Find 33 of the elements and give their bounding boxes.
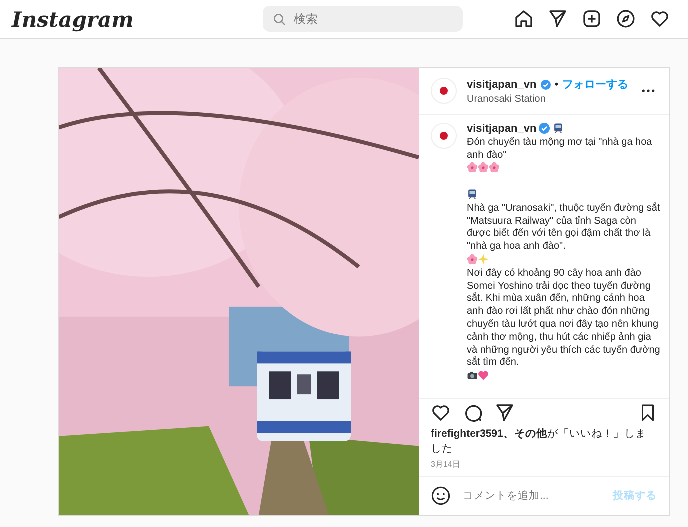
- sparkle-icon: [478, 254, 489, 265]
- train-icon: [553, 123, 564, 134]
- account-avatar[interactable]: [431, 78, 457, 104]
- camera-icon: [467, 370, 478, 382]
- post-date: 3月14日: [431, 459, 462, 470]
- train-icon: [467, 188, 478, 200]
- paper-plane-icon[interactable]: [548, 9, 568, 29]
- comment-icon[interactable]: [463, 403, 483, 423]
- compass-icon[interactable]: [616, 9, 636, 29]
- location-link[interactable]: Uranosaki Station: [467, 94, 632, 105]
- account-avatar[interactable]: [431, 123, 457, 149]
- caption-text: Nhà ga "Uranosaki", thuộc tuyến đường sắt "Matsuura Railway" của tỉnh Saga còn được biết đến với tên gọi đậm chất thơ là "nhà ga hoa anh đào".: [467, 202, 661, 254]
- share-icon[interactable]: [495, 403, 515, 423]
- likes-text: firefighter3591、その他が「いいね！」しました: [431, 427, 648, 457]
- search-field[interactable]: 検索: [263, 6, 463, 32]
- heart-emoji-icon: [478, 370, 489, 382]
- blossom-icon: [489, 162, 500, 174]
- more-options-icon[interactable]: [642, 89, 655, 93]
- caption-text: Nơi đây có khoảng 90 cây hoa anh đào Somei Yoshino trải dọc theo tuyến đường sắt. Khi mùa xuân đến, những cánh hoa anh đào rơi lất phất như chào đón những chuyến tàu lướt qua nơi đây tạo nên khung cảnh thơ mộng, thu hút các nhiếp ảnh gia và những người yêu thích các tuyến đường sắt tìm đến.: [467, 268, 661, 370]
- caption-account-name[interactable]: visitjapan_vn: [467, 123, 537, 135]
- blossom-icon: [467, 254, 478, 265]
- add-post-icon[interactable]: [582, 9, 602, 29]
- bookmark-icon[interactable]: [639, 403, 657, 423]
- caption-text: Đón chuyến tàu mộng mơ tại "nhà ga hoa anh đào": [467, 136, 654, 162]
- home-icon[interactable]: [514, 9, 534, 29]
- separator-dot: •: [554, 78, 559, 90]
- instagram-logo[interactable]: Instagram: [12, 6, 263, 32]
- emoji-icon[interactable]: [431, 486, 451, 506]
- blossom-icon: [478, 162, 489, 174]
- account-name[interactable]: visitjapan_vn: [467, 78, 537, 90]
- heart-icon[interactable]: [650, 9, 670, 29]
- like-icon[interactable]: [431, 403, 451, 423]
- blossom-icon: [467, 162, 478, 174]
